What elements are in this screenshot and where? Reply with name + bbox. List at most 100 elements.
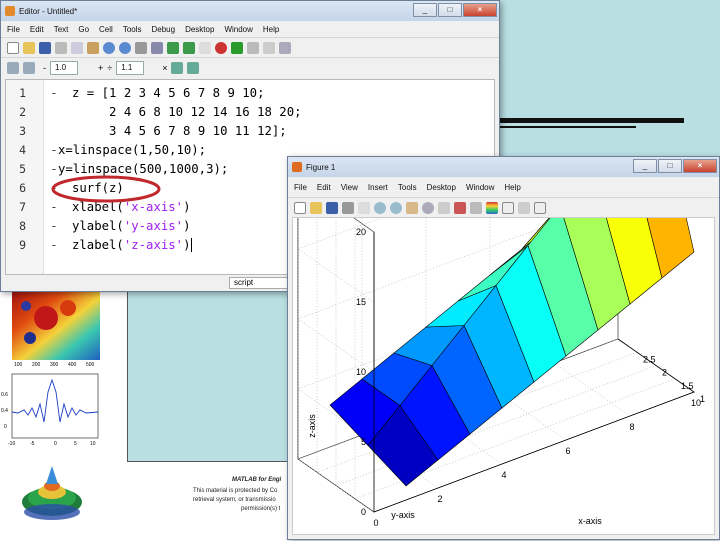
run-icon[interactable] — [231, 41, 243, 54]
zoom-out-icon[interactable] — [390, 201, 402, 214]
decrement-button[interactable]: - — [43, 63, 46, 73]
code-line[interactable]: 7- xlabel('x-axis') — [6, 197, 190, 216]
divide-value-field[interactable]: 1.1 — [116, 60, 145, 75]
save-icon[interactable] — [39, 41, 51, 54]
line-number: 6 — [19, 180, 26, 195]
brush-icon[interactable] — [454, 201, 466, 214]
menu-help[interactable]: Help — [263, 25, 279, 34]
divide-button[interactable]: ÷ — [107, 63, 112, 73]
increment-button[interactable]: + — [98, 63, 103, 73]
legend-icon[interactable] — [502, 201, 514, 214]
colorbar-icon[interactable] — [486, 201, 498, 214]
redo-icon[interactable] — [119, 41, 131, 54]
open-folder-icon[interactable] — [310, 201, 322, 214]
print-icon[interactable] — [342, 201, 354, 214]
code-line[interactable]: 9 -zlabel('z-axis')​ — [6, 235, 193, 254]
stack-icon[interactable] — [263, 41, 275, 54]
editor-titlebar[interactable]: Editor - Untitled* _ □ × — [1, 1, 499, 21]
maximize-button[interactable]: □ — [658, 159, 682, 173]
menu-desktop[interactable]: Desktop — [427, 183, 456, 192]
menu-desktop[interactable]: Desktop — [185, 25, 214, 34]
figure-titlebar[interactable]: Figure 1 _ □ × — [288, 157, 719, 177]
line-plot-xtick: 0 — [54, 441, 57, 447]
fractal-xtick: 500 — [86, 362, 95, 368]
multiply-button[interactable]: × — [162, 63, 167, 73]
menu-edit[interactable]: Edit — [30, 25, 44, 34]
menu-view[interactable]: View — [341, 183, 358, 192]
line-marker: - — [50, 142, 58, 157]
cell-tool-icon[interactable] — [187, 61, 200, 74]
line-plot-xtick: -10 — [8, 441, 15, 447]
menu-tools[interactable]: Tools — [398, 183, 417, 192]
paste-icon[interactable] — [87, 41, 99, 54]
layout-icon[interactable] — [279, 41, 291, 54]
debug-step-icon[interactable] — [247, 41, 259, 54]
code-text: zlabel('z-axis')​ — [72, 237, 193, 252]
save-icon[interactable] — [326, 201, 338, 214]
link-icon[interactable] — [470, 201, 482, 214]
new-file-icon[interactable] — [7, 41, 19, 54]
menu-debug[interactable]: Debug — [152, 25, 176, 34]
code-line[interactable]: 1 -z = [1 2 3 4 5 6 7 8 9 10; — [6, 83, 264, 102]
z-tick-label: 0 — [361, 507, 366, 517]
figure-window: Figure 1 _ □ × File Edit View Insert Too… — [287, 58, 720, 540]
copy-icon[interactable] — [71, 41, 83, 54]
undo-icon[interactable] — [103, 41, 115, 54]
menu-go[interactable]: Go — [78, 25, 89, 34]
back-icon[interactable] — [167, 41, 179, 54]
new-figure-icon[interactable] — [294, 201, 306, 214]
minimize-button[interactable]: _ — [633, 159, 657, 173]
cut-icon[interactable] — [55, 41, 67, 54]
data-cursor-icon[interactable] — [438, 201, 450, 214]
menu-text[interactable]: Text — [54, 25, 69, 34]
function-icon[interactable] — [199, 41, 211, 54]
editor-app-icon — [5, 6, 15, 16]
code-line[interactable]: 4 - x=linspace(1,50,10); — [6, 140, 206, 159]
print-icon[interactable] — [135, 41, 147, 54]
menu-insert[interactable]: Insert — [368, 183, 388, 192]
plot-area[interactable]: 0 5 10 15 20 1 1.5 2 2.5 0 2 4 6 8 10 z-axis y-axis x-axi… — [292, 58, 716, 536]
y-tick-label: 1.5 — [681, 381, 694, 391]
menu-window[interactable]: Window — [466, 183, 494, 192]
surface-plot[interactable]: 0510152011.522.50246810z-axisy-axisx-axi… — [293, 58, 716, 536]
find-icon[interactable] — [151, 41, 163, 54]
code-line[interactable]: 5- y=linspace(500,1000,3); — [6, 159, 228, 178]
z-axis-label: z-axis — [307, 414, 317, 438]
menu-help[interactable]: Help — [504, 183, 520, 192]
maximize-button[interactable]: □ — [438, 3, 462, 17]
status-mode: script — [229, 277, 289, 289]
forward-icon[interactable] — [183, 41, 195, 54]
fractal-thumbnail: 100 200 300 400 500 — [8, 288, 104, 368]
code-fn-close: ) — [183, 199, 191, 214]
close-button[interactable]: × — [683, 159, 717, 173]
menu-file[interactable]: File — [294, 183, 307, 192]
zoom-in-icon[interactable] — [374, 201, 386, 214]
menu-window[interactable]: Window — [224, 25, 252, 34]
show-tools-icon[interactable] — [534, 201, 546, 214]
line-number: 9 — [19, 237, 26, 252]
x-tick-label: 10 — [691, 398, 701, 408]
code-line[interactable]: 8 - ylabel('y-axis') — [6, 216, 190, 235]
menu-cell[interactable]: Cell — [99, 25, 113, 34]
fractal-xtick: 100 — [14, 362, 23, 368]
hide-tools-icon[interactable] — [518, 201, 530, 214]
close-button[interactable]: × — [463, 3, 497, 17]
breakpoint-icon[interactable] — [215, 41, 227, 54]
increment-value-field[interactable]: 1.0 — [50, 60, 78, 75]
cell-eval-icon[interactable] — [23, 61, 35, 74]
code-line[interactable]: 3 3 4 5 6 7 8 9 10 11 12]; — [6, 121, 287, 140]
menu-edit[interactable]: Edit — [317, 183, 331, 192]
code-line[interactable]: 6- surf(z) — [6, 178, 124, 197]
cell-tool-icon[interactable] — [171, 61, 184, 74]
x-axis-label: x-axis — [578, 516, 602, 526]
menu-tools[interactable]: Tools — [123, 25, 142, 34]
pan-icon[interactable] — [406, 201, 418, 214]
minimize-button[interactable]: _ — [413, 3, 437, 17]
menu-file[interactable]: File — [7, 25, 20, 34]
open-folder-icon[interactable] — [23, 41, 35, 54]
code-line[interactable]: 2 2 4 6 8 10 12 14 16 18 20; — [6, 102, 301, 121]
pointer-icon[interactable] — [358, 201, 370, 214]
code-fn: ylabel( — [72, 218, 124, 233]
rotate-icon[interactable] — [422, 201, 434, 214]
cell-icon[interactable] — [7, 61, 19, 74]
